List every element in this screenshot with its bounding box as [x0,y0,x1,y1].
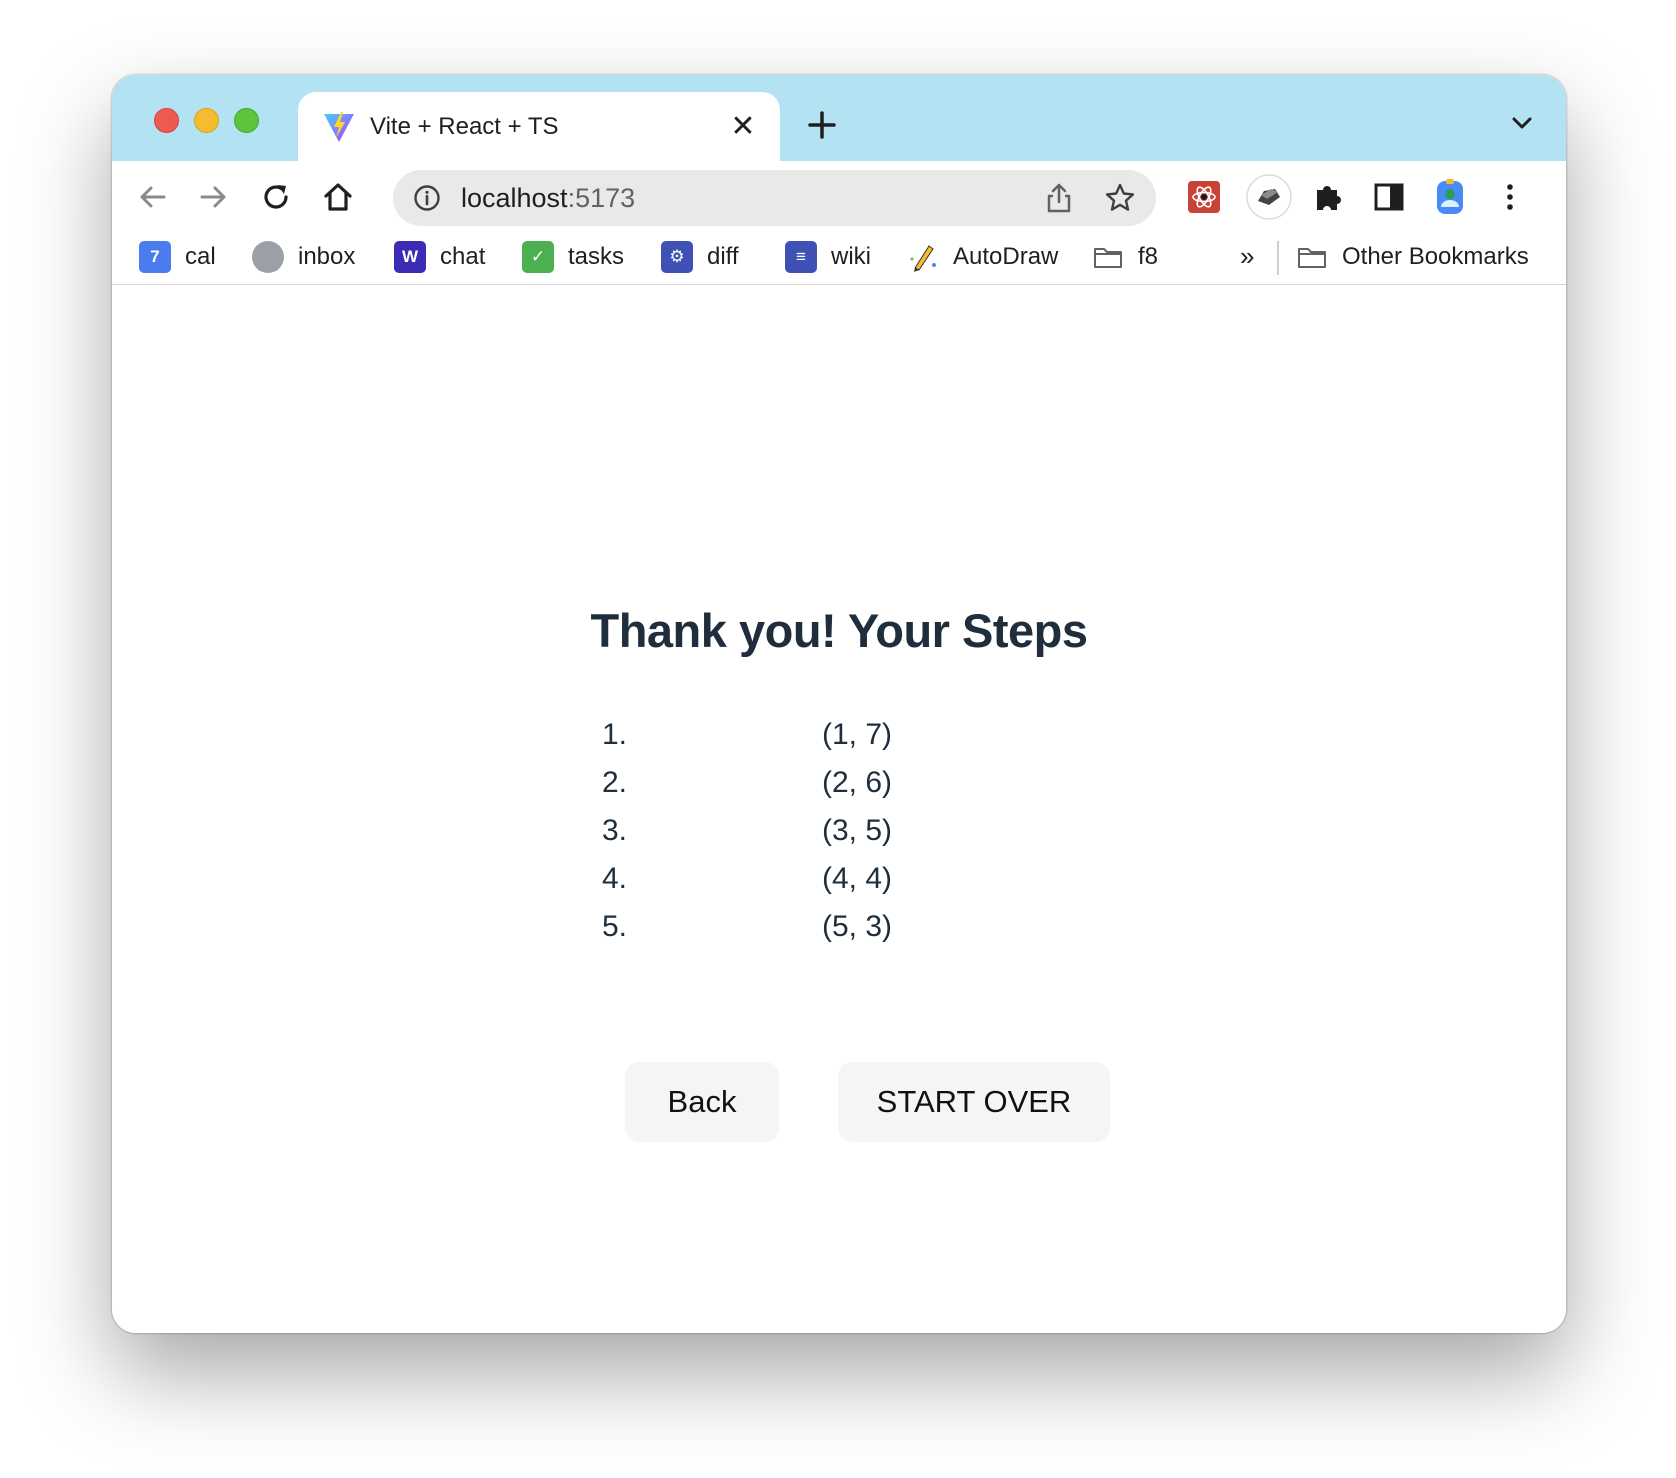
extensions-puzzle-icon[interactable] [1308,177,1348,217]
bookmark-cal[interactable]: 7 cal [139,237,216,277]
list-item: 5. (5, 3) [602,903,942,951]
bookmark-star-icon[interactable] [1104,182,1136,214]
step-number: 3. [602,814,628,847]
forward-arrow-icon[interactable] [194,177,234,217]
globe-icon [252,241,284,273]
list-item: 4. (4, 4) [602,855,942,903]
more-bookmarks-chevron[interactable]: » [1240,241,1254,272]
tab-search-chevron-icon[interactable] [1508,109,1536,137]
list-item: 3. (3, 5) [602,807,942,855]
new-tab-button[interactable] [802,105,842,145]
bookmark-label: cal [185,243,216,270]
more-vertical-icon[interactable] [1490,177,1530,217]
step-coordinate: (2, 6) [821,766,893,799]
bookmarks-divider [1277,241,1279,275]
bookmark-chat[interactable]: W chat [394,237,485,277]
browser-toolbar: localhost:5173 [112,161,1566,231]
step-number: 2. [602,766,628,799]
bookmarks-bar: 7 cal inbox W chat ✓ tasks ⚙ diff ≡ wiki [112,231,1566,285]
reload-icon[interactable] [256,177,296,217]
workplace-chat-icon: W [394,241,426,273]
react-devtools-extension-icon[interactable] [1184,177,1224,217]
bookmark-wiki[interactable]: ≡ wiki [785,237,871,277]
bookmark-label: f8 [1138,243,1159,270]
step-coordinate: (3, 5) [821,814,893,847]
bookmark-tasks[interactable]: ✓ tasks [522,237,624,277]
step-number: 5. [602,910,628,943]
document-icon: ≡ [785,241,817,273]
address-bar[interactable]: localhost:5173 [393,170,1156,226]
step-number: 4. [602,862,628,895]
minimize-window-button[interactable] [194,108,219,133]
back-arrow-icon[interactable] [132,177,172,217]
bookmark-label: inbox [298,243,356,270]
bookmark-folder-f8[interactable]: f8 [1092,237,1158,277]
bookmark-label: AutoDraw [953,243,1059,270]
tab-active[interactable]: Vite + React + TS ✕ [298,92,780,161]
folder-icon [1298,248,1326,268]
bookmark-label: chat [440,243,486,270]
page-title: Thank you! Your Steps [590,604,1089,657]
bookmark-inbox[interactable]: inbox [252,237,355,277]
zoom-window-button[interactable] [234,108,259,133]
tab-title: Vite + React + TS [370,113,559,140]
bookmark-label: Other Bookmarks [1342,243,1529,270]
autodraw-icon [910,245,936,272]
step-number: 1. [602,718,628,751]
steps-list: 1. (1, 7) 2. (2, 6) 3. (3, 5) 4. (4, 4) … [602,711,942,951]
site-info-icon[interactable] [413,184,441,212]
other-bookmarks-folder[interactable]: Other Bookmarks [1296,237,1529,277]
close-window-button[interactable] [154,108,179,133]
start-over-button[interactable]: START OVER [838,1062,1110,1142]
profile-avatar-icon[interactable] [1430,177,1470,217]
page-content: Thank you! Your Steps 1. (1, 7) 2. (2, 6… [112,286,1566,1333]
step-coordinate: (1, 7) [821,718,893,751]
share-icon[interactable] [1044,182,1074,214]
extension-stack-icon[interactable] [1245,173,1293,221]
bookmark-diff[interactable]: ⚙ diff [661,237,739,277]
checkmark-icon: ✓ [522,241,554,273]
vite-logo-icon [324,112,354,142]
gear-icon: ⚙ [661,241,693,273]
tab-close-icon[interactable]: ✕ [726,110,760,144]
list-item: 1. (1, 7) [602,711,942,759]
back-button[interactable]: Back [625,1062,779,1142]
browser-window: Vite + React + TS ✕ localhost:5173 7 cal… [112,75,1566,1333]
step-coordinate: (5, 3) [821,910,893,943]
folder-icon [1094,248,1122,268]
calendar-icon: 7 [139,241,171,273]
bookmark-label: tasks [568,243,625,270]
bookmark-label: wiki [831,243,871,270]
side-panel-icon[interactable] [1369,177,1409,217]
bookmark-label: diff [707,243,739,270]
home-icon[interactable] [318,177,358,217]
bookmark-autodraw[interactable]: AutoDraw [907,237,1058,277]
step-coordinate: (4, 4) [821,862,893,895]
list-item: 2. (2, 6) [602,759,942,807]
url-text: localhost:5173 [461,183,636,213]
tab-strip: Vite + React + TS ✕ [112,75,1566,161]
